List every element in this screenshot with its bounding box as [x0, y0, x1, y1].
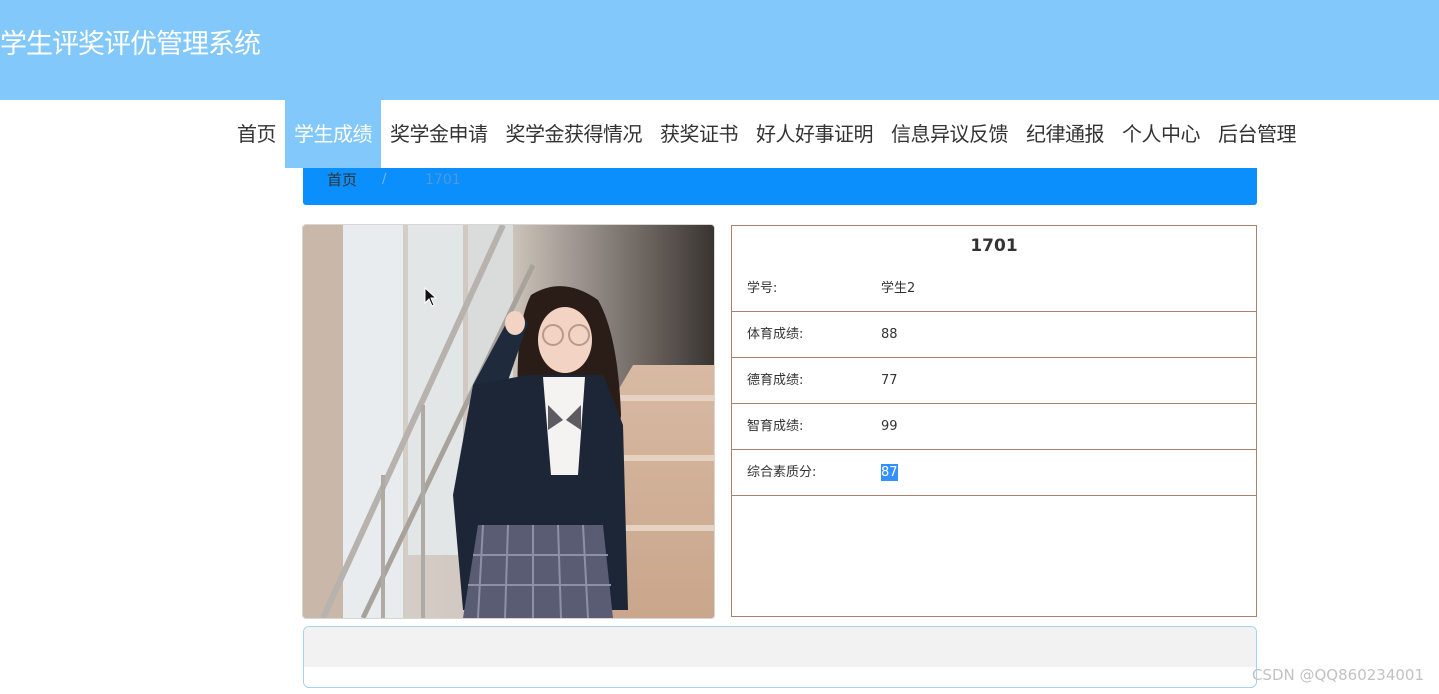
detail-row-overall-score: 综合素质分: 87 [732, 450, 1256, 496]
detail-label: 综合素质分: [747, 465, 817, 480]
nav-item-feedback[interactable]: 信息异议反馈 [882, 100, 1017, 168]
nav-item-home[interactable]: 首页 [228, 100, 285, 168]
score-detail-table: 1701 学号: 学生2 体育成绩: 88 德育成绩: 77 智育成绩: 99 … [731, 225, 1257, 617]
nav-item-good-deeds[interactable]: 好人好事证明 [747, 100, 882, 168]
nav-item-personal-center[interactable]: 个人中心 [1113, 100, 1209, 168]
nav-item-scholarship-awards[interactable]: 奖学金获得情况 [497, 100, 652, 168]
detail-row-pe-score: 体育成绩: 88 [732, 312, 1256, 358]
watermark: CSDN @QQ860234001 [1251, 666, 1424, 684]
breadcrumb-separator: / [382, 172, 387, 187]
nav-item-award-certificates[interactable]: 获奖证书 [651, 100, 747, 168]
detail-label: 德育成绩: [747, 373, 804, 388]
site-title: 学生评奖评优管理系统 [0, 29, 261, 60]
detail-row-academic-score: 智育成绩: 99 [732, 404, 1256, 450]
detail-label: 智育成绩: [747, 419, 804, 434]
detail-value: 77 [881, 373, 898, 388]
main-nav: 首页 学生成绩 奖学金申请 奖学金获得情况 获奖证书 好人好事证明 信息异议反馈… [228, 100, 1305, 168]
detail-label: 学号: [747, 281, 778, 296]
nav-item-admin[interactable]: 后台管理 [1209, 100, 1305, 168]
nav-item-discipline-notice[interactable]: 纪律通报 [1017, 100, 1113, 168]
student-photo [302, 224, 715, 619]
selected-text: 87 [881, 464, 898, 481]
detail-row-moral-score: 德育成绩: 77 [732, 358, 1256, 404]
breadcrumb: 首页 / 1701 [303, 168, 1257, 205]
bottom-panel-header [304, 627, 1256, 667]
detail-label: 体育成绩: [747, 327, 804, 342]
detail-value: 99 [881, 419, 898, 434]
detail-value-selected: 87 [881, 450, 898, 495]
detail-value: 88 [881, 327, 898, 342]
detail-value: 学生2 [881, 281, 916, 296]
nav-item-student-scores[interactable]: 学生成绩 [285, 100, 381, 168]
nav-item-scholarship-application[interactable]: 奖学金申请 [381, 100, 497, 168]
breadcrumb-current: 1701 [425, 172, 461, 188]
breadcrumb-home-link[interactable]: 首页 [327, 168, 357, 192]
mouse-cursor-icon [424, 287, 438, 307]
detail-title: 1701 [970, 236, 1018, 256]
detail-row-student-id: 学号: 学生2 [732, 266, 1256, 312]
bottom-panel [303, 626, 1257, 688]
top-header: 学生评奖评优管理系统 [0, 0, 1439, 100]
